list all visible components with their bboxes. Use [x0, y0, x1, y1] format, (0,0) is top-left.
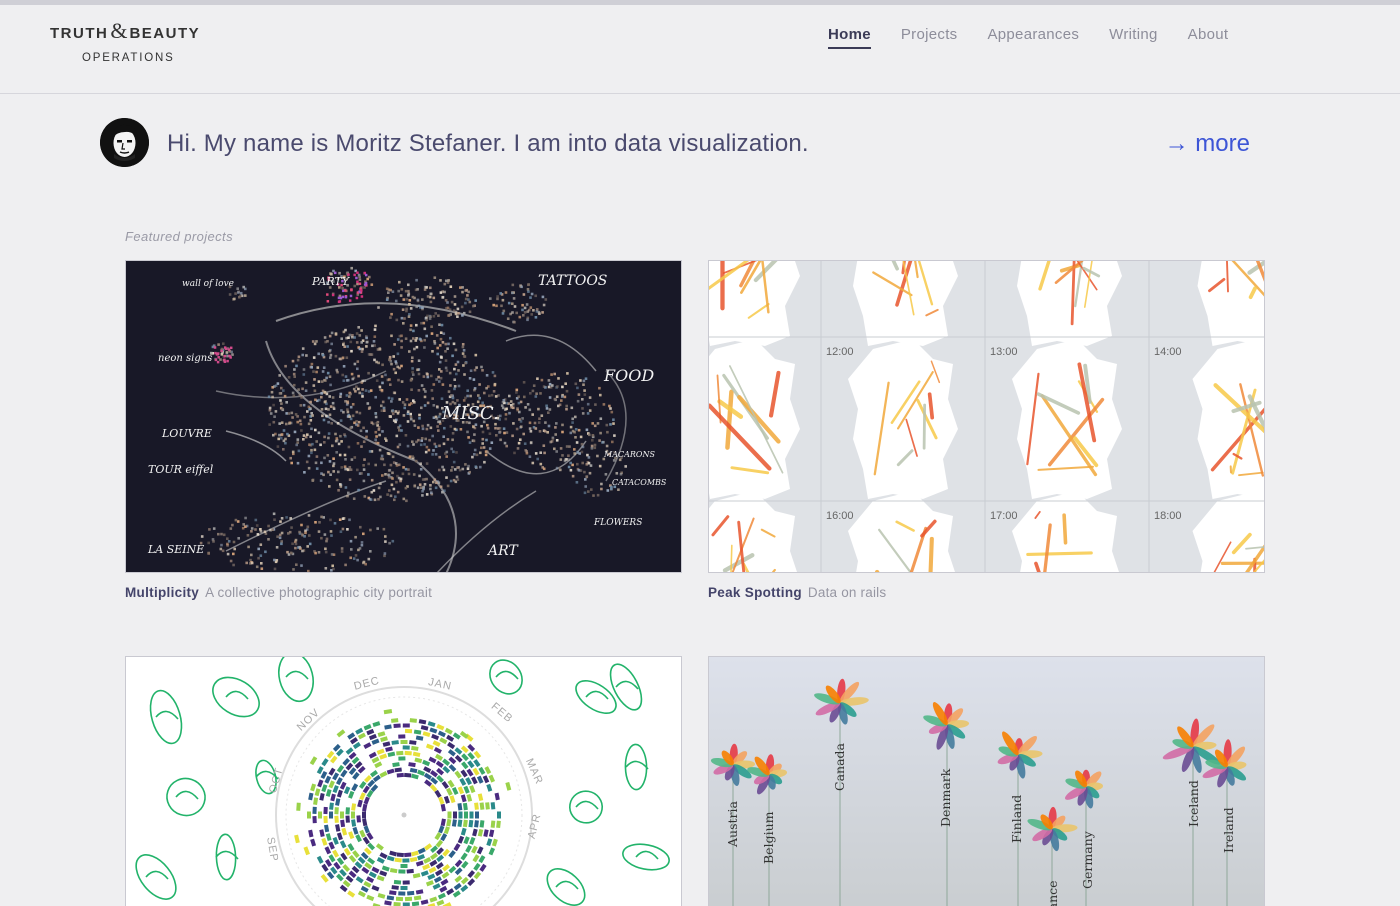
- label-party: PARTY: [311, 275, 351, 288]
- peak-spotting-map-grid: 12:00 13:00 14:00 16:00 17:00 18:00: [709, 261, 1264, 572]
- project-subtitle: A collective photographic city portrait: [205, 585, 433, 600]
- time-label: 18:00: [1154, 510, 1182, 522]
- site-logo[interactable]: TRUTH& BEAUTY OPERATIONS: [50, 18, 200, 64]
- label-art: ART: [486, 543, 519, 559]
- country-label: Iceland: [1186, 780, 1201, 827]
- nav-about[interactable]: About: [1188, 26, 1229, 49]
- time-label: 13:00: [990, 346, 1018, 358]
- time-label: 16:00: [826, 510, 854, 522]
- intro-text: Hi. My name is Moritz Stefaner. I am int…: [167, 130, 809, 157]
- label-flowers: FLOWERS: [593, 518, 642, 528]
- time-label: 17:00: [990, 510, 1018, 522]
- label-catacombs: CATACOMBS: [612, 478, 667, 487]
- label-macarons: MACARONS: [603, 450, 655, 459]
- project-title[interactable]: Peak Spotting: [708, 585, 802, 600]
- main-nav: Home Projects Appearances Writing About: [828, 26, 1258, 49]
- nav-home[interactable]: Home: [828, 26, 871, 49]
- country-label: Belgium: [761, 811, 776, 864]
- label-tour-eiffel: TOUR eiffel: [148, 463, 214, 476]
- label-neon-signs: neon signs: [158, 353, 212, 364]
- label-food: FOOD: [603, 366, 654, 385]
- featured-label: Featured projects: [125, 229, 233, 244]
- seasonal-food-wheel: DEC JAN FEB MAR APR NOV OCT SEP: [135, 657, 670, 906]
- country-label: Canada: [832, 742, 847, 791]
- nav-projects[interactable]: Projects: [901, 26, 958, 49]
- country-label: Ireland: [1221, 807, 1236, 853]
- label-la-seine: LA SEINE: [147, 543, 204, 556]
- country-label: Germany: [1080, 830, 1095, 889]
- label-tattoos: TATTOOS: [538, 273, 607, 289]
- logo-wordmark: TRUTH& BEAUTY: [50, 18, 201, 43]
- country-label: Denmark: [938, 768, 953, 827]
- nav-appearances[interactable]: Appearances: [987, 26, 1079, 49]
- logo-subtitle: OPERATIONS: [82, 52, 175, 64]
- country-label: France: [1045, 880, 1060, 906]
- nav-writing[interactable]: Writing: [1109, 26, 1158, 49]
- avatar: [100, 118, 149, 167]
- site-header: TRUTH& BEAUTY OPERATIONS Home Projects Ap…: [0, 5, 1400, 94]
- month-label: MAR: [523, 757, 545, 787]
- time-label: 12:00: [826, 346, 854, 358]
- label-misc: MISC.: [441, 403, 499, 424]
- time-label: 14:00: [1154, 346, 1182, 358]
- project-thumbnail-country-flowers[interactable]: Austria Belgium Canada Denmark Finland F…: [708, 656, 1265, 906]
- country-label: Finland: [1009, 795, 1024, 843]
- project-thumbnail-multiplicity[interactable]: wall of love PARTY TATTOOS neon signs FO…: [125, 260, 682, 573]
- label-louvre: LOUVRE: [161, 427, 212, 440]
- more-link[interactable]: → more: [1165, 130, 1250, 158]
- project-subtitle: Data on rails: [807, 585, 887, 600]
- multiplicity-photo-map: wall of love PARTY TATTOOS neon signs FO…: [147, 266, 667, 572]
- country-flowers-chart: Austria Belgium Canada Denmark Finland F…: [710, 678, 1247, 906]
- intro: Hi. My name is Moritz Stefaner. I am int…: [100, 118, 1260, 168]
- project-thumbnail-peak-spotting[interactable]: 12:00 13:00 14:00 16:00 17:00 18:00: [708, 260, 1265, 573]
- project-thumbnail-seasonal-food[interactable]: DEC JAN FEB MAR APR NOV OCT SEP: [125, 656, 682, 906]
- country-label: Austria: [725, 801, 740, 848]
- label-wall-of-love: wall of love: [182, 279, 234, 289]
- project-title[interactable]: Multiplicity: [125, 585, 199, 600]
- project-caption-multiplicity: Multiplicity A collective photographic ci…: [125, 585, 432, 600]
- project-caption-peak-spotting: Peak Spotting Data on rails: [708, 585, 886, 600]
